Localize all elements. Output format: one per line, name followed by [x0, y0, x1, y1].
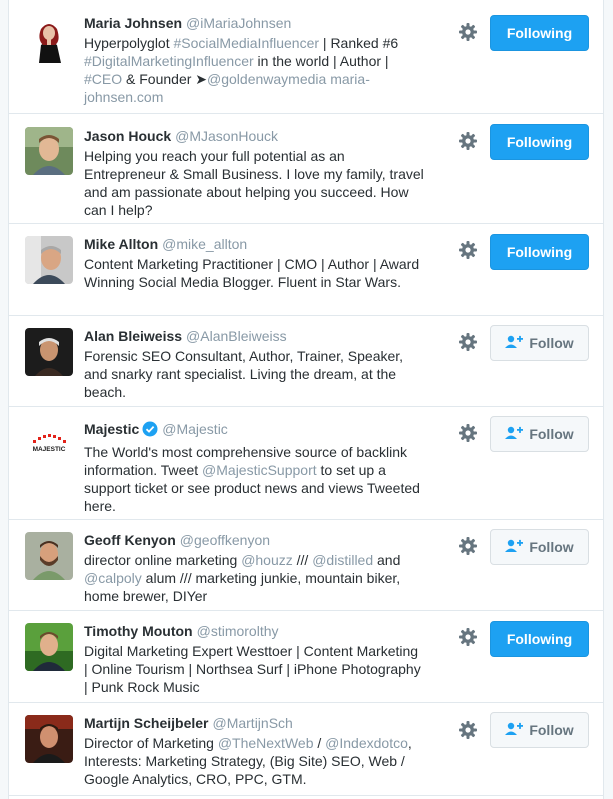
bio-text: | Ranked #6	[319, 35, 399, 51]
user-bio: Helping you reach your full potential as…	[84, 147, 424, 219]
gear-icon[interactable]	[458, 240, 478, 260]
bio-text: director online marketing	[84, 552, 242, 568]
user-row: Alan Bleiweiss @AlanBleiweiss Forensic SE…	[9, 316, 603, 407]
verified-badge-icon	[142, 421, 158, 441]
add-user-icon	[505, 426, 524, 443]
button-label: Following	[506, 134, 573, 150]
avatar[interactable]	[25, 15, 73, 63]
gear-icon[interactable]	[458, 720, 478, 740]
avatar[interactable]	[25, 328, 73, 376]
user-bio: Digital Marketing Expert Westtoer | Cont…	[84, 642, 424, 696]
bio-link[interactable]: @distilled	[312, 552, 373, 568]
button-label: Follow	[529, 722, 574, 738]
avatar[interactable]	[25, 127, 73, 175]
user-row: Geoff Kenyon @geoffkenyon director online…	[9, 520, 603, 611]
user-row: Maria Johnsen @iMariaJohnsen Hyperpolyglo…	[9, 0, 603, 114]
gear-icon[interactable]	[458, 627, 478, 647]
user-name[interactable]: Majestic	[84, 421, 139, 437]
avatar[interactable]	[25, 623, 73, 671]
gear-icon[interactable]	[458, 423, 478, 443]
user-bio: director online marketing @houzz /// @di…	[84, 551, 424, 605]
bio-text: & Founder ➤	[122, 71, 208, 87]
gear-icon[interactable]	[458, 332, 478, 352]
user-bio: Hyperpolyglot #SocialMediaInfluencer | R…	[84, 34, 424, 106]
button-label: Following	[506, 244, 573, 260]
bio-text: and	[373, 552, 401, 568]
following-button[interactable]: Following	[490, 15, 589, 51]
bio-link[interactable]: #CEO	[84, 71, 122, 87]
avatar[interactable]: MAJESTIC	[25, 420, 73, 468]
bio-text: ///	[292, 552, 313, 568]
user-bio: The World's most comprehensive source of…	[84, 443, 424, 515]
user-handle[interactable]: @MJasonHouck	[175, 128, 278, 144]
follow-button[interactable]: Follow	[490, 712, 589, 748]
user-row: MAJESTIC Majestic @Majestic The World's m…	[9, 407, 603, 520]
user-name[interactable]: Martijn Scheijbeler	[84, 715, 208, 731]
user-name[interactable]: Alan Bleiweiss	[84, 328, 182, 344]
user-row: Martijn Scheijbeler @MartijnSch Director …	[9, 703, 603, 796]
user-name[interactable]: Geoff Kenyon	[84, 532, 176, 548]
bio-text: Forensic SEO Consultant, Author, Trainer…	[84, 348, 404, 400]
user-row: Mike Allton @mike_allton Content Marketin…	[9, 224, 603, 316]
follow-button[interactable]: Follow	[490, 529, 589, 565]
add-user-icon	[505, 335, 524, 352]
button-label: Follow	[529, 539, 574, 555]
user-handle[interactable]: @AlanBleiweiss	[186, 328, 287, 344]
bio-text: Digital Marketing Expert Westtoer | Cont…	[84, 643, 421, 695]
avatar[interactable]	[25, 236, 73, 284]
user-bio: Forensic SEO Consultant, Author, Trainer…	[84, 347, 424, 401]
user-handle[interactable]: @Majestic	[162, 421, 228, 437]
bio-text: Content Marketing Practitioner | CMO | A…	[84, 256, 420, 290]
gear-icon[interactable]	[458, 131, 478, 151]
user-handle[interactable]: @stimorolthy	[197, 623, 279, 639]
gear-icon[interactable]	[458, 536, 478, 556]
following-button[interactable]: Following	[490, 234, 589, 270]
following-button[interactable]: Following	[490, 124, 589, 160]
bio-link[interactable]: @Indexdotco	[325, 735, 408, 751]
user-handle[interactable]: @MartijnSch	[212, 715, 292, 731]
follow-button[interactable]: Follow	[490, 416, 589, 452]
bio-link[interactable]: #SocialMediaInfluencer	[174, 35, 320, 51]
bio-text: Director of Marketing	[84, 735, 218, 751]
bio-link[interactable]: #DigitalMarketingInfluencer	[84, 53, 254, 69]
bio-link[interactable]: @TheNextWeb	[218, 735, 314, 751]
bio-text: /	[313, 735, 326, 751]
user-bio: Director of Marketing @TheNextWeb / @Ind…	[84, 734, 424, 788]
button-label: Following	[506, 25, 573, 41]
bio-text: in the world | Author |	[253, 53, 389, 69]
user-name[interactable]: Mike Allton	[84, 236, 158, 252]
user-handle[interactable]: @geoffkenyon	[180, 532, 270, 548]
follow-list: Maria Johnsen @iMariaJohnsen Hyperpolyglo…	[8, 0, 604, 799]
avatar[interactable]	[25, 532, 73, 580]
user-name[interactable]: Jason Houck	[84, 128, 171, 144]
avatar[interactable]	[25, 715, 73, 763]
bio-link[interactable]: @houzz	[241, 552, 293, 568]
bio-text: Hyperpolyglot	[84, 35, 174, 51]
user-row: Jason Houck @MJasonHouck Helping you reac…	[9, 114, 603, 224]
majestic-logo-text: MAJESTIC	[33, 446, 66, 453]
user-handle[interactable]: @mike_allton	[162, 236, 247, 252]
button-label: Follow	[529, 426, 574, 442]
user-bio: Content Marketing Practitioner | CMO | A…	[84, 255, 424, 291]
user-name[interactable]: Timothy Mouton	[84, 623, 193, 639]
add-user-icon	[505, 539, 524, 556]
user-handle[interactable]: @iMariaJohnsen	[186, 15, 291, 31]
button-label: Following	[506, 631, 573, 647]
bio-link[interactable]: @goldenwaymedia	[207, 71, 326, 87]
bio-text: Helping you reach your full potential as…	[84, 148, 424, 218]
bio-link[interactable]: @calpoly	[84, 570, 142, 586]
following-button[interactable]: Following	[490, 621, 589, 657]
gear-icon[interactable]	[458, 22, 478, 42]
user-row: Timothy Mouton @stimorolthy Digital Marke…	[9, 611, 603, 703]
user-name[interactable]: Maria Johnsen	[84, 15, 182, 31]
follow-button[interactable]: Follow	[490, 325, 589, 361]
add-user-icon	[505, 722, 524, 739]
bio-link[interactable]: @MajesticSupport	[202, 462, 317, 478]
button-label: Follow	[529, 335, 574, 351]
